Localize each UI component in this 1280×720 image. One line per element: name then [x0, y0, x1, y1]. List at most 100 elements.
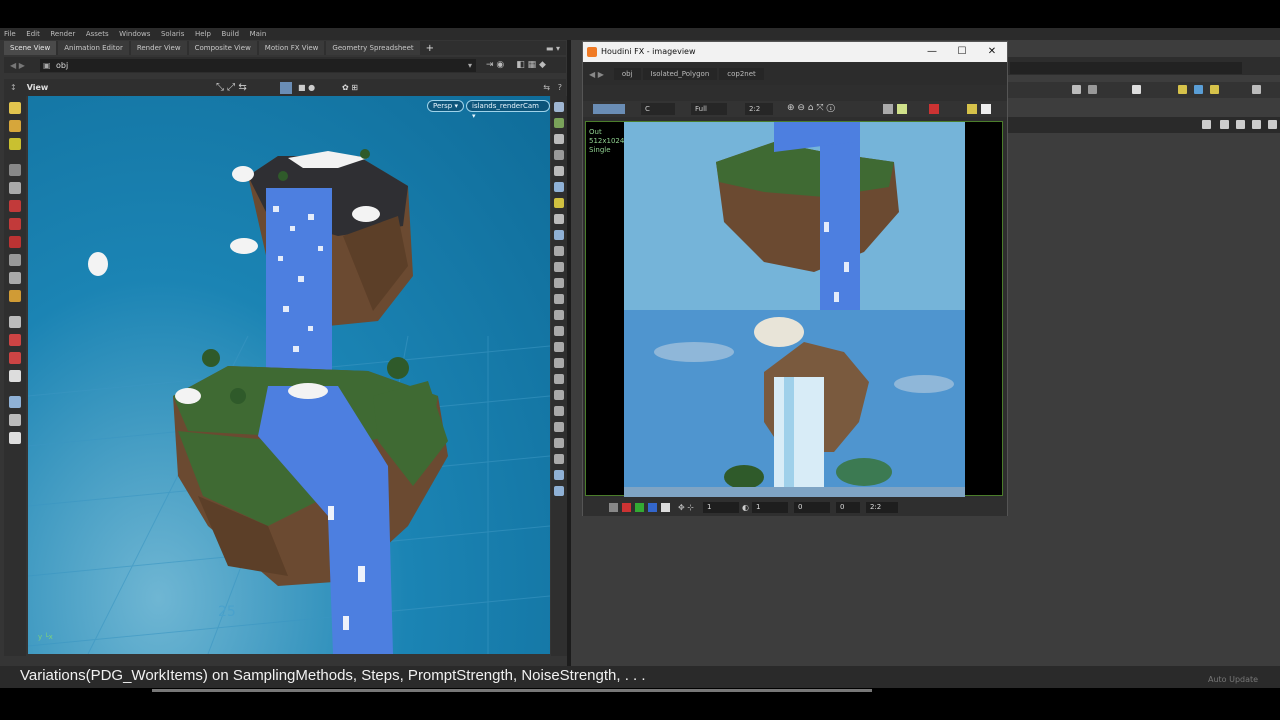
tool-15-icon[interactable]: [554, 326, 564, 336]
network-path-field[interactable]: ▣ obj ▾: [40, 58, 476, 72]
field-2[interactable]: 1: [751, 501, 788, 513]
rotate-tool-icon[interactable]: [9, 138, 21, 150]
crumb-polygon[interactable]: Isolated_Polygon: [642, 68, 718, 80]
menu-item-help[interactable]: Help: [191, 28, 215, 40]
tool-11-icon[interactable]: [554, 262, 564, 272]
select-tools-icon[interactable]: ⤡ ⤢ ⇆: [216, 82, 247, 93]
ghost-icon[interactable]: [554, 118, 564, 128]
lock-camera-icon[interactable]: [554, 134, 564, 144]
view-tool-icon[interactable]: [9, 396, 21, 408]
crumb-obj[interactable]: obj: [613, 68, 641, 80]
tool-14-icon[interactable]: [554, 310, 564, 320]
pane-menu-icon[interactable]: ▬ ▾: [546, 44, 566, 53]
frame-tools-icon[interactable]: ✥ ⊹: [678, 503, 694, 512]
zoom-icon[interactable]: [1236, 120, 1245, 129]
menu-item-solaris[interactable]: Solaris: [157, 28, 188, 40]
tool-24-icon[interactable]: [554, 470, 564, 480]
crumb-cop2net[interactable]: cop2net: [719, 68, 764, 80]
window-titlebar[interactable]: Houdini FX - imageview — ☐ ✕: [583, 42, 1007, 62]
handle-icon[interactable]: ↕: [10, 83, 17, 92]
menu-item-render[interactable]: Render: [46, 28, 79, 40]
light-icon[interactable]: [554, 150, 564, 160]
tab-geometry-spreadsheet[interactable]: Geometry Spreadsheet: [326, 41, 420, 55]
swatch-green-icon[interactable]: [635, 502, 644, 512]
nav-arrows-icon[interactable]: ◀ ▶: [589, 70, 604, 79]
field-4[interactable]: 0: [835, 501, 860, 513]
tab-motion-fx-view[interactable]: Motion FX View: [258, 41, 325, 55]
camera-menu[interactable]: islands_renderCam ▾: [466, 100, 550, 120]
3d-viewport[interactable]: 25 Persp ▾ islands_renderCam ▾: [28, 96, 550, 654]
image-icon[interactable]: [1194, 85, 1203, 94]
tree-icon[interactable]: [1088, 85, 1097, 94]
lock-icon[interactable]: [9, 182, 21, 194]
compare-icon[interactable]: [967, 104, 977, 114]
minimize-button[interactable]: —: [917, 42, 947, 62]
display-mode-icon[interactable]: [280, 82, 292, 94]
right-path-field[interactable]: [1010, 62, 1242, 74]
frame-icon[interactable]: [1252, 120, 1261, 129]
bulb-icon[interactable]: [554, 198, 564, 208]
h-icon[interactable]: [1220, 120, 1229, 129]
image-viewport[interactable]: Out 512x1024 Single: [585, 121, 1003, 497]
pin-view-icon[interactable]: [554, 214, 564, 224]
layout-icons[interactable]: ◧ ▦ ◆: [516, 60, 546, 70]
note-icon[interactable]: [1178, 85, 1187, 94]
swatch-red-icon[interactable]: [622, 502, 631, 512]
persp-menu[interactable]: Persp ▾: [427, 100, 464, 112]
pose-tool-icon[interactable]: [9, 290, 21, 302]
bone-tool-icon[interactable]: [9, 254, 21, 266]
list-icon[interactable]: [1268, 120, 1277, 129]
shade-icon[interactable]: [554, 182, 564, 192]
split-icon[interactable]: [981, 104, 991, 114]
grid-view-icon[interactable]: [1132, 85, 1141, 94]
menu-item-main[interactable]: Main: [246, 28, 271, 40]
tool-21-icon[interactable]: [554, 422, 564, 432]
pointer-icon[interactable]: [9, 164, 21, 176]
tool-19-icon[interactable]: [554, 390, 564, 400]
orbit-tool-icon[interactable]: [9, 414, 21, 426]
tool-18-icon[interactable]: [554, 374, 564, 384]
menu-item-windows[interactable]: Windows: [115, 28, 154, 40]
menu-item-file[interactable]: File: [0, 28, 20, 40]
display-options-icon[interactable]: [593, 104, 625, 114]
red-handle-icon[interactable]: [9, 200, 21, 212]
tool-17-icon[interactable]: [554, 358, 564, 368]
tool-12-icon[interactable]: [554, 278, 564, 288]
chevron-down-icon[interactable]: ▾: [468, 59, 472, 72]
field-3[interactable]: 0: [793, 501, 830, 513]
magnet-tool-2-icon[interactable]: [9, 352, 21, 364]
grid-icon[interactable]: [554, 246, 564, 256]
pin-icon[interactable]: ⇥ ◉: [486, 60, 504, 70]
wrench-icon[interactable]: [1072, 85, 1081, 94]
record-icon[interactable]: [929, 104, 939, 114]
add-tab-icon[interactable]: +: [422, 43, 438, 54]
zoom-controls-icon[interactable]: ⊕ ⊖ ⌂ ⤧ ⓘ: [787, 103, 835, 113]
field-1[interactable]: 1: [702, 501, 739, 513]
tool-13-icon[interactable]: [554, 294, 564, 304]
menu-item-assets[interactable]: Assets: [82, 28, 113, 40]
channel-2-icon[interactable]: [897, 104, 907, 114]
sphere-icon[interactable]: [554, 166, 564, 176]
contrast-icon[interactable]: ◐: [742, 503, 749, 512]
sphere-tool-icon[interactable]: [9, 432, 21, 444]
magnet-tool-3-icon[interactable]: [9, 370, 21, 382]
magnet-tool-icon[interactable]: [9, 334, 21, 346]
move-tool-icon[interactable]: [9, 120, 21, 132]
display-icon[interactable]: [554, 102, 564, 112]
settings-icon[interactable]: [1202, 120, 1211, 129]
tab-render-view[interactable]: Render View: [130, 41, 187, 55]
swatch-gray-icon[interactable]: [609, 502, 618, 512]
snapshot-icon[interactable]: ✿ ⊞: [342, 83, 358, 92]
frame-field[interactable]: C: [641, 103, 675, 115]
tool-23-icon[interactable]: [554, 454, 564, 464]
ratio-menu[interactable]: 2:2: [745, 103, 773, 115]
tool-25-icon[interactable]: [554, 486, 564, 496]
close-button[interactable]: ✕: [977, 42, 1007, 62]
tool-20-icon[interactable]: [554, 406, 564, 416]
tab-composite-view[interactable]: Composite View: [188, 41, 257, 55]
back-arrow-icon[interactable]: ◀ ▶: [10, 61, 25, 70]
channel-icon[interactable]: [883, 104, 893, 114]
select-tool-icon[interactable]: [9, 102, 21, 114]
tab-scene-view[interactable]: Scene View: [4, 41, 57, 55]
ratio-field[interactable]: 2:2: [865, 501, 898, 513]
